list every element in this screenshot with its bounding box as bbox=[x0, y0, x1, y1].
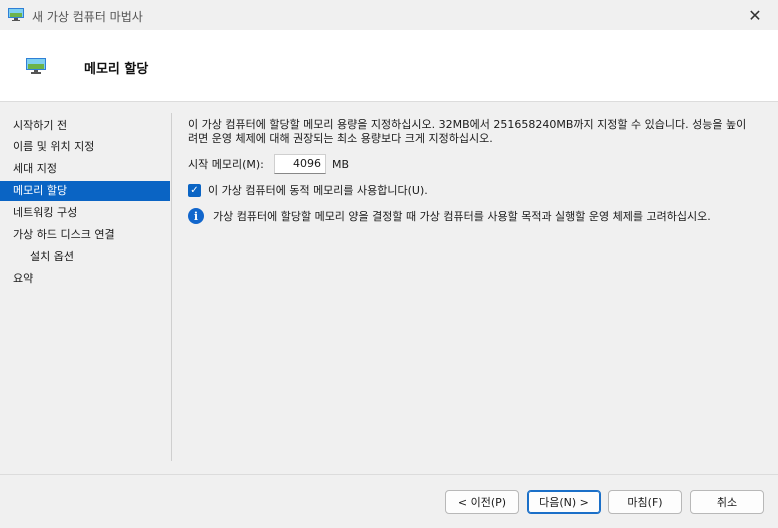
sidebar-item-name-location[interactable]: 이름 및 위치 지정 bbox=[0, 137, 170, 157]
startup-memory-input[interactable]: 4096 bbox=[274, 154, 326, 174]
dynamic-memory-checkbox[interactable]: ✓ bbox=[188, 183, 201, 197]
info-icon: i bbox=[188, 208, 204, 224]
sidebar-divider bbox=[171, 113, 172, 461]
sidebar-item-summary[interactable]: 요약 bbox=[0, 269, 170, 289]
checkmark-icon: ✓ bbox=[190, 184, 199, 196]
sidebar-item-before-you-begin[interactable]: 시작하기 전 bbox=[0, 116, 170, 136]
startup-memory-unit: MB bbox=[332, 157, 350, 171]
dynamic-memory-label[interactable]: 이 가상 컴퓨터에 동적 메모리를 사용합니다(U). bbox=[208, 182, 428, 198]
memory-panel: 이 가상 컴퓨터에 할당할 메모리 용량을 지정하십시오. 32MB에서 251… bbox=[188, 118, 758, 224]
monitor-icon bbox=[8, 8, 24, 21]
close-icon: ✕ bbox=[748, 5, 762, 25]
sidebar-item-generation[interactable]: 세대 지정 bbox=[0, 159, 170, 179]
sidebar-item-networking[interactable]: 네트워킹 구성 bbox=[0, 203, 170, 223]
cancel-button[interactable]: 취소 bbox=[690, 490, 764, 514]
sidebar-item-virtual-disk[interactable]: 가상 하드 디스크 연결 bbox=[0, 225, 170, 245]
startup-memory-row: 시작 메모리(M): 4096 MB bbox=[188, 154, 349, 174]
sidebar-item-memory[interactable]: 메모리 할당 bbox=[0, 181, 170, 201]
next-button[interactable]: 다음(N) > bbox=[527, 490, 601, 514]
info-text: 가상 컴퓨터에 할당할 메모리 양을 결정할 때 가상 컴퓨터를 사용할 목적과… bbox=[213, 210, 711, 223]
previous-button[interactable]: < 이전(P) bbox=[445, 490, 519, 514]
monitor-icon bbox=[26, 58, 46, 74]
description-line-1: 이 가상 컴퓨터에 할당할 메모리 용량을 지정하십시오. 32MB에서 251… bbox=[188, 118, 747, 131]
sidebar-item-install-options[interactable]: 설치 옵션 bbox=[0, 247, 170, 267]
info-row: i 가상 컴퓨터에 할당할 메모리 양을 결정할 때 가상 컴퓨터를 사용할 목… bbox=[188, 208, 711, 224]
description-line-2: 려면 운영 체제에 대해 권장되는 최소 용량보다 크게 지정하십시오. bbox=[188, 132, 493, 145]
finish-button[interactable]: 마침(F) bbox=[608, 490, 682, 514]
wizard-steps-sidebar: 시작하기 전 이름 및 위치 지정 세대 지정 메모리 할당 네트워킹 구성 가… bbox=[0, 102, 171, 462]
title-bar: 새 가상 컴퓨터 마법사 ✕ bbox=[0, 0, 778, 30]
dynamic-memory-row: ✓ 이 가상 컴퓨터에 동적 메모리를 사용합니다(U). bbox=[188, 182, 428, 198]
close-button[interactable]: ✕ bbox=[732, 0, 778, 30]
startup-memory-label: 시작 메모리(M): bbox=[188, 158, 264, 171]
window-title: 새 가상 컴퓨터 마법사 bbox=[32, 10, 143, 24]
footer-divider bbox=[0, 474, 778, 475]
wizard-header: 메모리 할당 bbox=[0, 30, 778, 102]
page-title: 메모리 할당 bbox=[84, 62, 149, 77]
